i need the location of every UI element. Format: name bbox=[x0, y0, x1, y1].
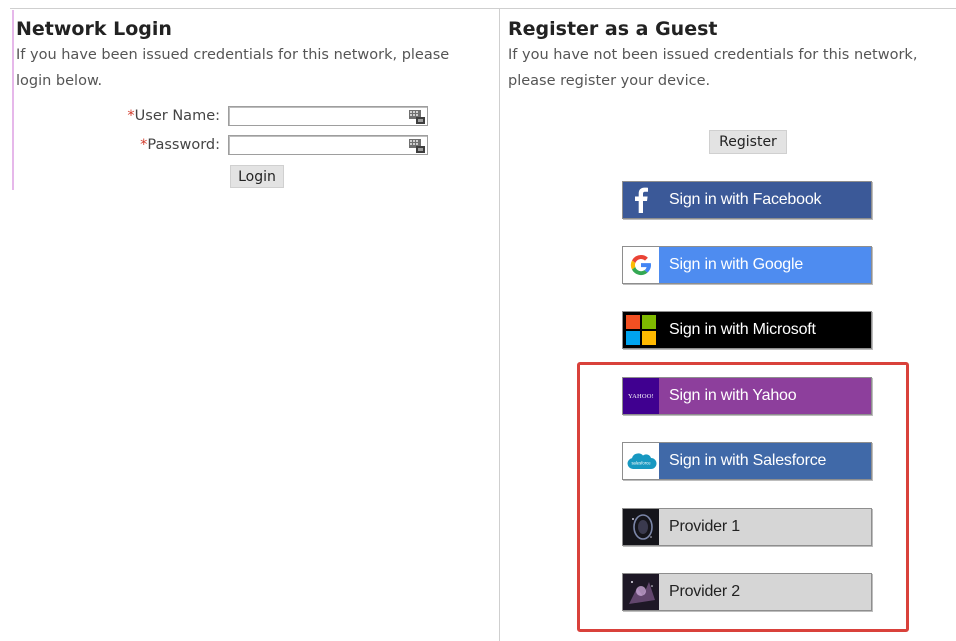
left-accent-bar bbox=[12, 10, 14, 190]
network-login-description: If you have been issued credentials for … bbox=[16, 42, 496, 94]
panel-divider bbox=[499, 8, 500, 641]
password-row: *Password: bbox=[120, 133, 428, 157]
guest-register-panel: Register as a Guest If you have not been… bbox=[508, 8, 954, 94]
login-button[interactable]: Login bbox=[230, 165, 284, 188]
guest-register-description-line-1: If you have not been issued credentials … bbox=[508, 47, 918, 63]
virtual-keyboard-icon[interactable] bbox=[409, 138, 425, 153]
sign-in-microsoft-button[interactable]: Sign in with Microsoft bbox=[622, 311, 872, 349]
required-marker: * bbox=[127, 108, 135, 124]
guest-register-description: If you have not been issued credentials … bbox=[508, 42, 954, 94]
virtual-keyboard-icon[interactable] bbox=[409, 109, 425, 124]
guest-register-title: Register as a Guest bbox=[508, 18, 718, 40]
username-label-text: User Name: bbox=[134, 108, 220, 124]
password-input[interactable] bbox=[228, 135, 428, 155]
facebook-icon bbox=[623, 182, 659, 218]
highlight-box bbox=[577, 362, 909, 632]
sign-in-google-label: Sign in with Google bbox=[669, 256, 804, 273]
register-button[interactable]: Register bbox=[709, 130, 787, 154]
username-input[interactable] bbox=[228, 106, 428, 126]
network-login-description-line-2: login below. bbox=[16, 73, 103, 89]
guest-register-description-line-2: please register your device. bbox=[508, 73, 711, 89]
sign-in-microsoft-label: Sign in with Microsoft bbox=[669, 321, 816, 338]
password-label-text: Password: bbox=[147, 137, 220, 153]
network-login-panel: Network Login If you have been issued cr… bbox=[16, 8, 496, 94]
sign-in-facebook-label: Sign in with Facebook bbox=[669, 191, 822, 208]
password-label: *Password: bbox=[120, 137, 228, 153]
microsoft-icon bbox=[623, 312, 659, 348]
sign-in-facebook-button[interactable]: Sign in with Facebook bbox=[622, 181, 872, 219]
network-login-title: Network Login bbox=[16, 18, 172, 40]
sign-in-google-button[interactable]: Sign in with Google bbox=[622, 246, 872, 284]
network-login-description-line-1: If you have been issued credentials for … bbox=[16, 47, 450, 63]
username-label: *User Name: bbox=[120, 108, 228, 124]
username-row: *User Name: bbox=[120, 104, 428, 128]
google-icon bbox=[623, 247, 659, 283]
